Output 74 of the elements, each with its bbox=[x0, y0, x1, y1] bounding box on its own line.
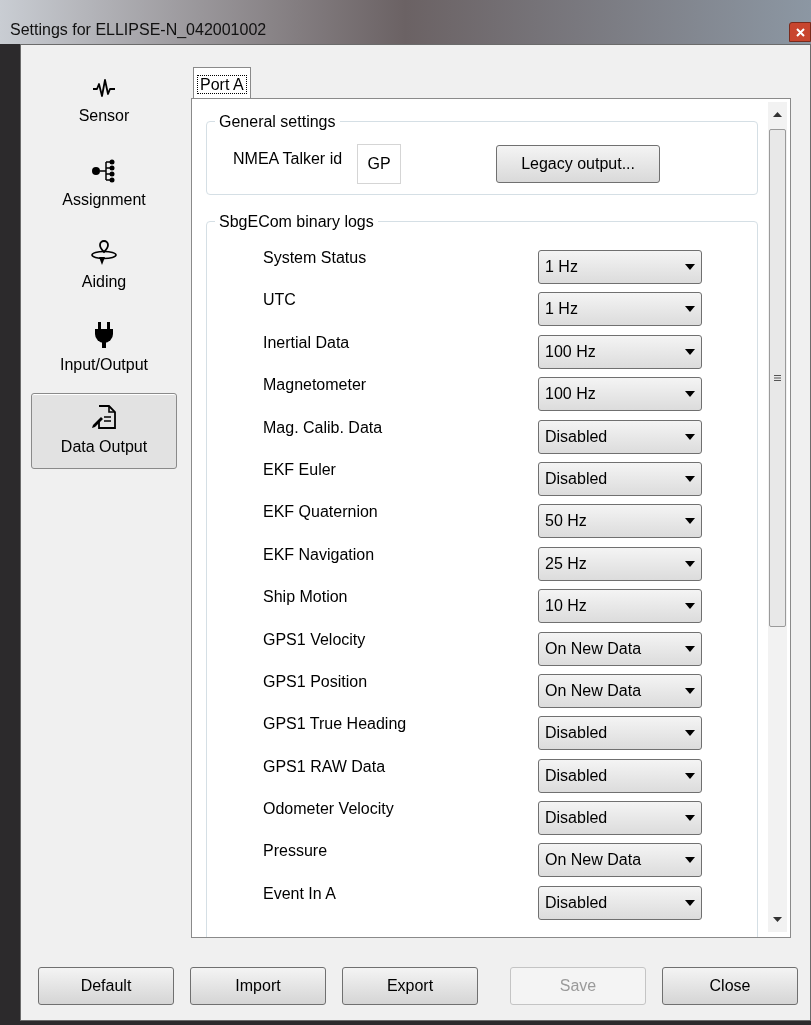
scrollbar[interactable] bbox=[768, 102, 787, 932]
dialog-button[interactable]: Import bbox=[190, 967, 326, 1005]
dialog-button[interactable]: Close bbox=[662, 967, 798, 1005]
document-pen-icon bbox=[90, 403, 118, 431]
rate-dropdown[interactable]: 1 Hz bbox=[538, 292, 702, 327]
log-label: UTC bbox=[263, 290, 297, 311]
rate-dropdown[interactable]: 1 Hz bbox=[538, 250, 702, 284]
caret-icon bbox=[685, 899, 695, 906]
log-label: GPS1 Velocity bbox=[263, 629, 367, 650]
rate-dropdown[interactable]: 100 Hz bbox=[538, 334, 702, 369]
rate-dropdown[interactable]: Disabled bbox=[538, 801, 702, 836]
dialog-button[interactable]: Export bbox=[342, 967, 478, 1005]
rate-dropdown[interactable]: 100 Hz bbox=[538, 377, 702, 412]
log-label: Event In A bbox=[263, 883, 337, 904]
tree-icon bbox=[92, 158, 116, 184]
caret-icon bbox=[685, 348, 695, 355]
dialog-button[interactable]: Default bbox=[38, 967, 174, 1005]
caret-icon bbox=[685, 772, 695, 779]
scroll-up-icon bbox=[773, 112, 782, 117]
close-button[interactable] bbox=[789, 22, 811, 42]
caret-icon bbox=[685, 687, 695, 694]
caret-icon bbox=[685, 391, 695, 398]
sidebar-item[interactable]: Input/Output bbox=[31, 311, 177, 387]
caret-icon bbox=[685, 730, 695, 737]
talker-id-field[interactable]: GP bbox=[357, 144, 402, 184]
rate-dropdown[interactable]: Disabled bbox=[538, 716, 702, 751]
log-label: Pressure bbox=[263, 841, 329, 862]
caret-icon bbox=[685, 475, 695, 482]
tab[interactable]: Port A bbox=[193, 67, 251, 99]
caret-icon bbox=[685, 264, 695, 270]
caret-icon bbox=[685, 815, 695, 822]
caret-icon bbox=[685, 857, 695, 864]
sidebar-item[interactable]: Data Output bbox=[31, 393, 177, 469]
rate-dropdown[interactable]: Disabled bbox=[538, 419, 702, 454]
rate-dropdown[interactable]: Disabled bbox=[538, 758, 702, 793]
legacy-output-button[interactable]: Legacy output... bbox=[496, 145, 661, 183]
plug-icon bbox=[93, 321, 115, 349]
log-label: GPS1 True Heading bbox=[263, 714, 408, 735]
log-label: GPS1 RAW Data bbox=[263, 756, 387, 777]
log-label: EKF Euler bbox=[263, 459, 337, 480]
scroll-thumb[interactable] bbox=[769, 129, 786, 627]
log-label: Odometer Velocity bbox=[263, 799, 395, 820]
rate-dropdown[interactable]: On New Data bbox=[538, 843, 702, 878]
rate-dropdown[interactable]: Disabled bbox=[538, 461, 702, 496]
rate-dropdown[interactable]: On New Data bbox=[538, 673, 702, 708]
caret-icon bbox=[685, 560, 695, 567]
rate-dropdown[interactable]: 10 Hz bbox=[538, 589, 702, 624]
pin-icon bbox=[90, 240, 118, 266]
caret-icon bbox=[685, 433, 695, 440]
rate-dropdown[interactable]: 25 Hz bbox=[538, 546, 702, 581]
log-label: EKF Quaternion bbox=[263, 502, 379, 523]
caret-icon bbox=[685, 306, 695, 313]
waveform-icon bbox=[92, 78, 116, 100]
sidebar-item[interactable]: Sensor bbox=[31, 65, 177, 141]
window-title: Settings for ELLIPSE-N_042001002 bbox=[10, 20, 267, 40]
caret-icon bbox=[685, 518, 695, 525]
log-label: EKF Navigation bbox=[263, 544, 376, 565]
close-icon bbox=[795, 27, 805, 37]
caret-icon bbox=[685, 603, 695, 610]
rate-dropdown[interactable]: Disabled bbox=[538, 885, 702, 920]
scroll-down-icon bbox=[773, 917, 782, 922]
log-label: Mag. Calib. Data bbox=[263, 417, 384, 438]
rate-dropdown[interactable]: On New Data bbox=[538, 631, 702, 666]
rate-dropdown[interactable]: 50 Hz bbox=[538, 504, 702, 539]
log-label: Inertial Data bbox=[263, 332, 351, 353]
log-label: Ship Motion bbox=[263, 587, 349, 608]
sidebar-item[interactable]: Aiding bbox=[31, 229, 177, 305]
log-label: GPS1 Position bbox=[263, 671, 369, 692]
sidebar-item[interactable]: Assignment bbox=[31, 147, 177, 223]
log-label: Magnetometer bbox=[263, 375, 368, 396]
field-label: NMEA Talker id bbox=[233, 149, 343, 169]
log-label: System Status bbox=[263, 248, 368, 268]
caret-icon bbox=[685, 645, 695, 652]
grip-icon bbox=[774, 375, 781, 381]
